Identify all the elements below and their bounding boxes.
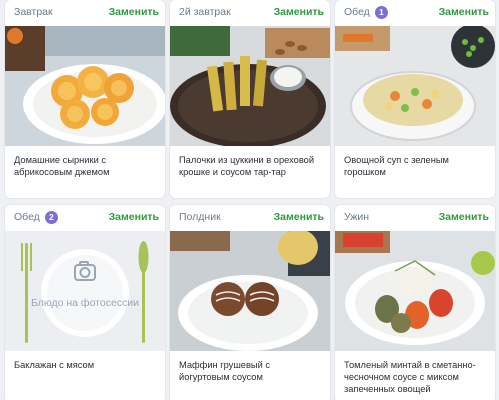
dish-photo xyxy=(335,231,495,351)
card-header: Ужин Заменить xyxy=(335,205,495,229)
meal-type: Завтрак xyxy=(14,6,53,18)
dish-photo xyxy=(5,26,165,146)
course-number-badge: 1 xyxy=(374,5,388,19)
meal-type-label: 2й завтрак xyxy=(179,6,231,18)
card-header: Обед 1 Заменить xyxy=(335,0,495,24)
meal-type-label: Полдник xyxy=(179,211,221,223)
dish-name: Баклажан с мясом xyxy=(14,360,95,370)
card-header: 2й завтрак Заменить xyxy=(170,0,330,24)
meal-card-breakfast[interactable]: Завтрак Заменить Домашние сырники с абри… xyxy=(5,0,165,198)
dish-photo xyxy=(170,231,330,351)
meal-type-label: Ужин xyxy=(344,211,370,223)
meal-card-second-breakfast[interactable]: 2й завтрак Заменить Палочки из цуккини в… xyxy=(170,0,330,198)
replace-button[interactable]: Заменить xyxy=(439,6,489,18)
dish-name: Палочки из цуккини в ореховой крошке и с… xyxy=(179,155,315,177)
card-header: Обед 2 Заменить xyxy=(5,205,165,229)
meal-grid: Завтрак Заменить Домашние сырники с абри… xyxy=(0,0,499,400)
card-header: Завтрак Заменить xyxy=(5,0,165,24)
replace-button[interactable]: Заменить xyxy=(109,6,159,18)
meal-type-label: Обед xyxy=(344,6,370,18)
replace-button[interactable]: Заменить xyxy=(439,211,489,223)
course-number-badge: 2 xyxy=(44,210,58,224)
dish-photo xyxy=(335,26,495,146)
dish-photo-placeholder: Блюдо на фотосессии xyxy=(5,231,165,351)
dish-name: Домашние сырники с абрикосовым джемом xyxy=(14,155,110,177)
replace-button[interactable]: Заменить xyxy=(274,211,324,223)
dish-name: Овощной суп с зеленым горошком xyxy=(344,155,449,177)
replace-button[interactable]: Заменить xyxy=(274,6,324,18)
meal-card-lunch-1[interactable]: Обед 1 Заменить Овощной суп с зеленым го… xyxy=(335,0,495,198)
meal-type: 2й завтрак xyxy=(179,6,231,18)
meal-type: Полдник xyxy=(179,211,221,223)
dish-name: Маффин грушевый с йогуртовым соусом xyxy=(179,360,271,382)
card-header: Полдник Заменить xyxy=(170,205,330,229)
replace-button[interactable]: Заменить xyxy=(109,211,159,223)
meal-card-dinner[interactable]: Ужин Заменить Томленый минтай в сметанно… xyxy=(335,205,495,400)
meal-type-label: Завтрак xyxy=(14,6,53,18)
dish-photo xyxy=(170,26,330,146)
dish-name: Томленый минтай в сметанно-чесночном соу… xyxy=(344,360,476,394)
meal-type: Ужин xyxy=(344,211,369,223)
meal-type: Обед 2 xyxy=(14,210,58,224)
meal-card-lunch-2[interactable]: Обед 2 Заменить Блюдо на фотосессии Бакл… xyxy=(5,205,165,400)
meal-card-snack[interactable]: Полдник Заменить Маффин грушевый с йогур… xyxy=(170,205,330,400)
meal-type-label: Обед xyxy=(14,211,40,223)
meal-type: Обед 1 xyxy=(344,5,388,19)
placeholder-caption: Блюдо на фотосессии xyxy=(30,297,140,309)
